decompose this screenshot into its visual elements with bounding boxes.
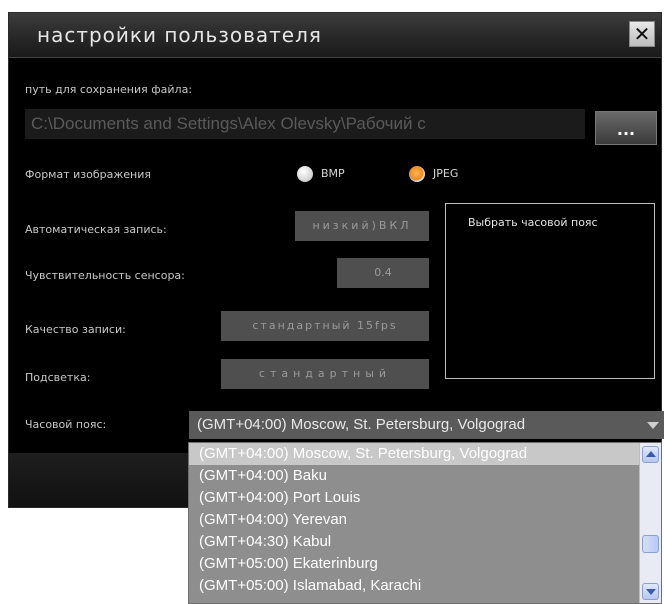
timezone-select-value: (GMT+04:00) Moscow, St. Petersburg, Volg… bbox=[197, 416, 526, 433]
radio-jpeg[interactable] bbox=[409, 166, 425, 182]
scrollbar-thumb[interactable] bbox=[642, 535, 659, 553]
timezone-option[interactable]: (GMT+04:00) Moscow, St. Petersburg, Volg… bbox=[189, 443, 661, 465]
radio-bmp[interactable] bbox=[297, 166, 313, 182]
backlight-value[interactable]: стандартный bbox=[221, 359, 429, 389]
timezone-option[interactable]: (GMT+05:00) Islamabad, Karachi bbox=[189, 575, 661, 597]
arrow-up-icon bbox=[646, 451, 656, 457]
scroll-down-button[interactable] bbox=[642, 583, 659, 600]
timezone-option[interactable]: (GMT+04:00) Yerevan bbox=[189, 509, 661, 531]
close-icon: ✕ bbox=[633, 22, 651, 46]
title-bar: настройки пользователя ✕ bbox=[9, 13, 661, 58]
sensitivity-label: Чувствительность сенсора: bbox=[25, 269, 185, 282]
dialog-title: настройки пользователя bbox=[37, 23, 322, 47]
sensitivity-value[interactable]: 0.4 bbox=[337, 258, 429, 288]
arrow-down-icon bbox=[646, 589, 656, 595]
browse-button[interactable]: ... bbox=[595, 111, 657, 145]
timezone-option[interactable]: (GMT+05:00) Ekaterinburg bbox=[189, 553, 661, 575]
scroll-up-button[interactable] bbox=[642, 446, 659, 463]
auto-record-value[interactable]: низкий)ВКЛ bbox=[295, 211, 429, 241]
radio-bmp-label: BMP bbox=[321, 167, 345, 180]
image-format-label: Формат изображения bbox=[25, 168, 151, 181]
timezone-dropdown-list[interactable]: (GMT+04:00) Moscow, St. Petersburg, Volg… bbox=[188, 442, 662, 604]
radio-jpeg-label: JPEG bbox=[433, 167, 459, 180]
settings-dialog: настройки пользователя ✕ путь для сохран… bbox=[8, 12, 664, 508]
timezone-select[interactable]: (GMT+04:00) Moscow, St. Petersburg, Volg… bbox=[189, 411, 664, 439]
save-path-label: путь для сохранения файла: bbox=[25, 83, 193, 96]
backlight-label: Подсветка: bbox=[25, 371, 91, 384]
timezone-label: Часовой пояс: bbox=[25, 418, 107, 431]
timezone-panel: Выбрать часовой пояс bbox=[445, 203, 655, 379]
save-path-field[interactable]: C:\Documents and Settings\Alex Olevsky\Р… bbox=[25, 109, 585, 139]
close-button[interactable]: ✕ bbox=[629, 21, 655, 47]
timezone-option[interactable]: (GMT+04:00) Baku bbox=[189, 465, 661, 487]
auto-record-label: Автоматическая запись: bbox=[25, 223, 167, 236]
timezone-panel-title: Выбрать часовой пояс bbox=[468, 216, 598, 229]
dropdown-scrollbar[interactable] bbox=[639, 443, 661, 603]
quality-value[interactable]: стандартный 15fps bbox=[221, 311, 429, 341]
quality-label: Качество записи: bbox=[25, 323, 126, 336]
timezone-option[interactable]: (GMT+04:30) Kabul bbox=[189, 531, 661, 553]
chevron-down-icon[interactable] bbox=[647, 422, 659, 429]
timezone-option[interactable]: (GMT+04:00) Port Louis bbox=[189, 487, 661, 509]
